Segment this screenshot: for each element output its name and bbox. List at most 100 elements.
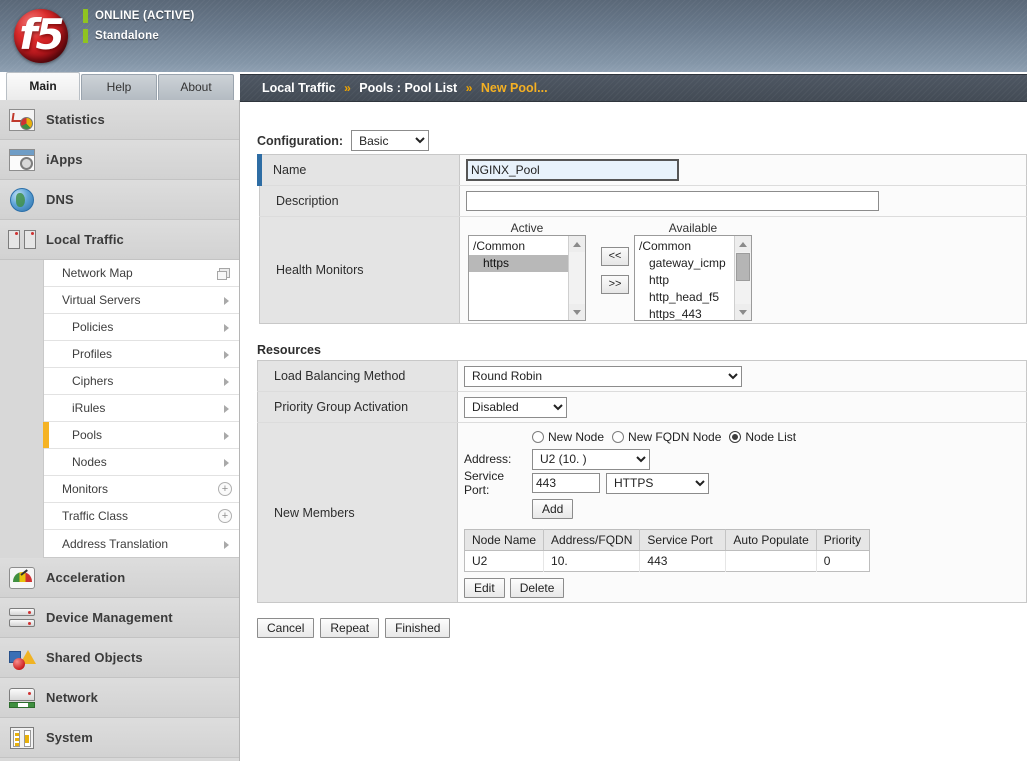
sidebar-item-policies[interactable]: Policies: [44, 314, 239, 341]
active-monitors-scrollbar[interactable]: [568, 236, 585, 320]
sidebar-item-network-map[interactable]: Network Map: [44, 260, 239, 287]
sidebar-item-profiles[interactable]: Profiles: [44, 341, 239, 368]
breadcrumb-separator-1: »: [339, 81, 356, 95]
list-item[interactable]: http_head_f5: [635, 289, 734, 306]
scroll-down-icon[interactable]: [569, 304, 585, 320]
sidebar-item-iapps[interactable]: iApps: [0, 140, 239, 180]
health-monitors-value-cell: Active /Common https: [460, 217, 1027, 324]
list-item[interactable]: https_443: [635, 306, 734, 321]
active-monitors-items: /Common https: [469, 236, 568, 272]
sidebar-item-device-management[interactable]: Device Management: [0, 598, 239, 638]
service-port-input[interactable]: [532, 473, 600, 493]
cell-priority: 0: [816, 551, 869, 572]
breadcrumb-bar: Local Traffic » Pools : Pool List » New …: [240, 74, 1027, 102]
device-status: ONLINE (ACTIVE) Standalone: [83, 7, 194, 47]
chevron-right-icon: [224, 378, 229, 386]
sidebar-item-address-translation[interactable]: Address Translation: [44, 530, 239, 557]
radio-new-fqdn-node[interactable]: New FQDN Node: [612, 430, 721, 444]
sidebar-item-network[interactable]: Network: [0, 678, 239, 718]
sidebar-item-irules[interactable]: iRules: [44, 395, 239, 422]
radio-node-list-label: Node List: [745, 430, 796, 444]
cancel-button[interactable]: Cancel: [257, 618, 314, 638]
tab-help[interactable]: Help: [81, 74, 157, 100]
list-item[interactable]: https: [469, 255, 568, 272]
sidebar-item-traffic-class[interactable]: Traffic Class +: [44, 503, 239, 530]
sidebar-item-network-map-label: Network Map: [44, 266, 133, 280]
available-monitors-scrollbar[interactable]: [734, 236, 751, 320]
node-mode-radios: New Node New FQDN Node Node List: [464, 427, 1020, 447]
edit-button[interactable]: Edit: [464, 578, 505, 598]
breadcrumb-separator-2: »: [461, 81, 478, 95]
sidebar-item-local-traffic[interactable]: Local Traffic: [0, 220, 239, 260]
column-service-port: Service Port: [640, 530, 726, 551]
sidebar-item-monitors[interactable]: Monitors +: [44, 476, 239, 503]
sidebar-item-pools-label: Pools: [44, 428, 102, 442]
sidebar-item-dns[interactable]: DNS: [0, 180, 239, 220]
radio-node-list[interactable]: Node List: [729, 430, 796, 444]
list-item[interactable]: http: [635, 272, 734, 289]
delete-button[interactable]: Delete: [510, 578, 565, 598]
description-row: Description: [260, 186, 1027, 217]
cell-address-text: 10.: [551, 554, 568, 568]
status-line-online: ONLINE (ACTIVE): [83, 7, 194, 24]
move-to-available-button[interactable]: >>: [601, 275, 629, 294]
tab-main[interactable]: Main: [6, 72, 80, 100]
sidebar-item-irules-label: iRules: [44, 401, 105, 415]
sidebar-item-ciphers[interactable]: Ciphers: [44, 368, 239, 395]
sidebar-item-shared-objects-label: Shared Objects: [46, 650, 143, 665]
sidebar-item-traffic-class-label: Traffic Class: [44, 509, 128, 523]
sidebar-item-system[interactable]: System: [0, 718, 239, 758]
list-item[interactable]: /Common: [635, 238, 734, 255]
active-monitors-listbox[interactable]: /Common https: [468, 235, 586, 321]
load-balancing-label: Load Balancing Method: [258, 361, 458, 392]
statistics-icon: [8, 106, 38, 134]
breadcrumb-item-pool-list[interactable]: Pools : Pool List: [359, 81, 457, 95]
move-to-active-button[interactable]: <<: [601, 247, 629, 266]
status-online-label: ONLINE (ACTIVE): [95, 10, 194, 22]
add-button[interactable]: Add: [532, 499, 573, 519]
monitor-transfer-buttons: << >>: [601, 247, 629, 303]
available-monitors-listbox[interactable]: /Common gateway_icmp http http_head_f5 h…: [634, 235, 752, 321]
sidebar-item-nodes[interactable]: Nodes: [44, 449, 239, 476]
health-monitors-row: Health Monitors Active /Common https: [260, 217, 1027, 324]
load-balancing-select[interactable]: Round Robin: [464, 366, 742, 387]
scroll-up-icon[interactable]: [569, 236, 585, 252]
scroll-up-icon[interactable]: [735, 236, 751, 252]
sidebar-item-pools[interactable]: Pools: [44, 422, 239, 449]
sidebar-item-shared-objects[interactable]: Shared Objects: [0, 638, 239, 678]
table-row[interactable]: U2 10. 443 0: [465, 551, 870, 572]
priority-group-select[interactable]: Disabled: [464, 397, 567, 418]
description-input[interactable]: [466, 191, 879, 211]
scrollbar-thumb[interactable]: [736, 253, 750, 281]
status-line-mode: Standalone: [83, 27, 194, 44]
list-item[interactable]: gateway_icmp: [635, 255, 734, 272]
new-members-row: New Members New Node New FQDN Node: [258, 423, 1027, 603]
resources-table: Load Balancing Method Round Robin Priori…: [257, 360, 1027, 603]
sidebar-item-profiles-label: Profiles: [44, 347, 112, 361]
address-select[interactable]: U2 (10. ): [532, 449, 650, 470]
f5-logo: f5: [10, 3, 72, 67]
name-row: Name: [260, 155, 1027, 186]
plus-circle-icon[interactable]: +: [218, 509, 232, 523]
system-icon: [8, 724, 38, 752]
list-item[interactable]: /Common: [469, 238, 568, 255]
name-input[interactable]: [466, 159, 679, 181]
resources-section-title: Resources: [257, 343, 321, 357]
repeat-button[interactable]: Repeat: [320, 618, 379, 638]
local-traffic-icon: [8, 226, 38, 254]
breadcrumb-item-local-traffic[interactable]: Local Traffic: [262, 81, 336, 95]
tab-about[interactable]: About: [158, 74, 234, 100]
members-table: Node Name Address/FQDN Service Port Auto…: [464, 529, 870, 572]
sidebar: Statistics iApps DNS Local Traffic Netwo…: [0, 100, 240, 761]
sidebar-item-acceleration[interactable]: Acceleration: [0, 558, 239, 598]
sidebar-item-virtual-servers[interactable]: Virtual Servers: [44, 287, 239, 314]
plus-circle-icon[interactable]: +: [218, 482, 232, 496]
configuration-row: Configuration: Basic: [257, 130, 429, 151]
breadcrumb: Local Traffic » Pools : Pool List » New …: [240, 75, 1027, 102]
configuration-select[interactable]: Basic: [351, 130, 429, 151]
scroll-down-icon[interactable]: [735, 304, 751, 320]
service-port-name-select[interactable]: HTTPS: [606, 473, 709, 494]
radio-new-node[interactable]: New Node: [532, 430, 604, 444]
sidebar-item-statistics[interactable]: Statistics: [0, 100, 239, 140]
finished-button[interactable]: Finished: [385, 618, 450, 638]
